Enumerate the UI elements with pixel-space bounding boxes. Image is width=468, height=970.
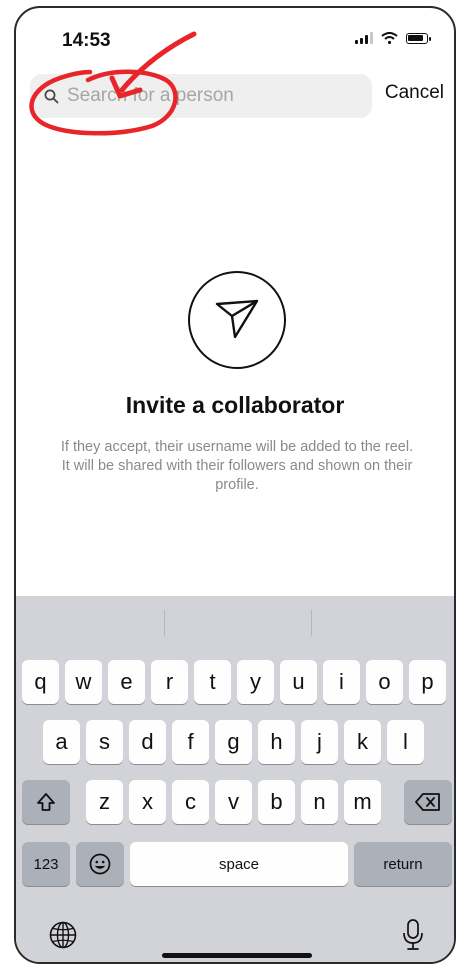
- key-x[interactable]: x: [129, 780, 166, 824]
- keyboard: q w e r t y u i o p a s d f g h j k l z …: [16, 596, 454, 962]
- microphone-icon[interactable]: [402, 918, 424, 952]
- cancel-button[interactable]: Cancel: [385, 82, 444, 104]
- emoji-icon: [89, 853, 111, 875]
- key-h[interactable]: h: [258, 720, 295, 764]
- key-p[interactable]: p: [409, 660, 446, 704]
- key-c[interactable]: c: [172, 780, 209, 824]
- return-key[interactable]: return: [354, 842, 452, 886]
- home-indicator: [162, 953, 312, 958]
- key-n[interactable]: n: [301, 780, 338, 824]
- key-t[interactable]: t: [194, 660, 231, 704]
- key-m[interactable]: m: [344, 780, 381, 824]
- key-l[interactable]: l: [387, 720, 424, 764]
- key-w[interactable]: w: [65, 660, 102, 704]
- phone-frame: 14:53 Cancel Invite a collaborator If th…: [14, 6, 456, 964]
- key-k[interactable]: k: [344, 720, 381, 764]
- search-field[interactable]: [30, 74, 372, 118]
- battery-icon: [406, 32, 431, 44]
- emoji-key[interactable]: [76, 842, 124, 886]
- status-icons: [355, 32, 431, 44]
- key-e[interactable]: e: [108, 660, 145, 704]
- suggestion-divider: [164, 610, 165, 636]
- signal-icon: [355, 32, 373, 44]
- numbers-key[interactable]: 123: [22, 842, 70, 886]
- space-key[interactable]: space: [130, 842, 348, 886]
- search-icon: [44, 89, 59, 103]
- suggestion-bar: [16, 596, 454, 646]
- key-d[interactable]: d: [129, 720, 166, 764]
- paper-plane-icon: [215, 299, 259, 339]
- empty-state-description: If they accept, their username will be a…: [60, 439, 414, 493]
- key-z[interactable]: z: [86, 780, 123, 824]
- key-f[interactable]: f: [172, 720, 209, 764]
- key-a[interactable]: a: [43, 720, 80, 764]
- globe-icon[interactable]: [48, 920, 78, 950]
- key-i[interactable]: i: [323, 660, 360, 704]
- paper-plane-icon-circle: [188, 271, 286, 369]
- key-j[interactable]: j: [301, 720, 338, 764]
- key-s[interactable]: s: [86, 720, 123, 764]
- empty-state-title: Invite a collaborator: [125, 392, 345, 418]
- shift-icon: [37, 793, 55, 811]
- key-b[interactable]: b: [258, 780, 295, 824]
- key-v[interactable]: v: [215, 780, 252, 824]
- backspace-icon: [415, 793, 440, 811]
- search-input[interactable]: [67, 85, 347, 107]
- key-y[interactable]: y: [237, 660, 274, 704]
- status-time: 14:53: [62, 30, 111, 51]
- key-g[interactable]: g: [215, 720, 252, 764]
- key-u[interactable]: u: [280, 660, 317, 704]
- key-r[interactable]: r: [151, 660, 188, 704]
- suggestion-divider: [311, 610, 312, 636]
- shift-key[interactable]: [22, 780, 70, 824]
- key-o[interactable]: o: [366, 660, 403, 704]
- backspace-key[interactable]: [404, 780, 452, 824]
- wifi-icon: [381, 32, 398, 44]
- key-q[interactable]: q: [22, 660, 59, 704]
